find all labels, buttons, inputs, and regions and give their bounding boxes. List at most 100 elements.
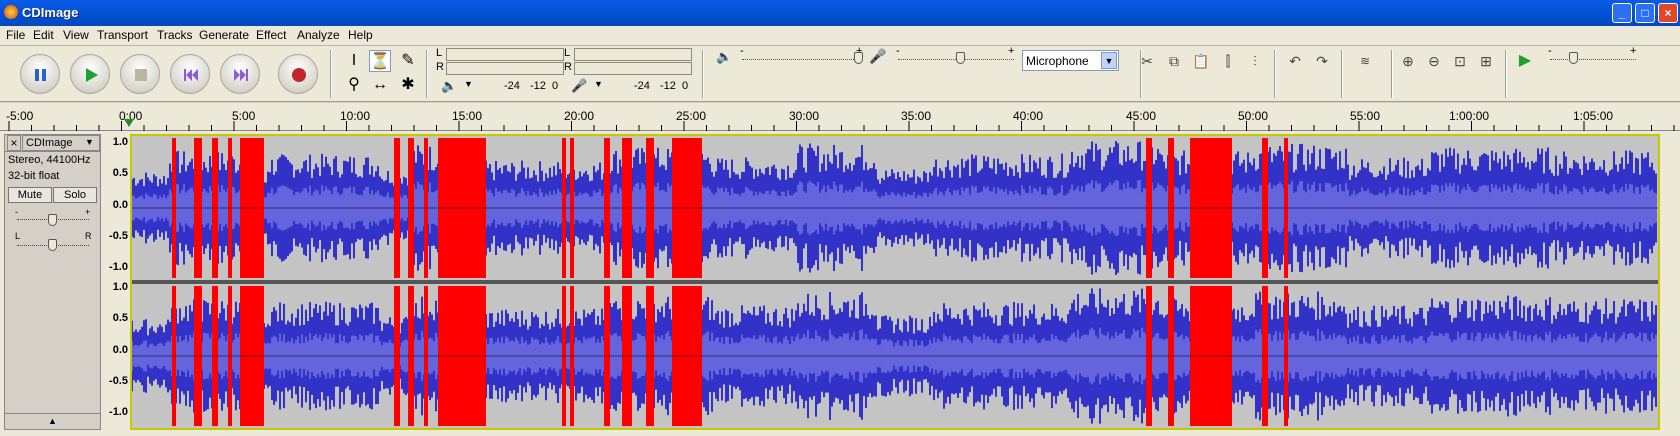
zoom-out-icon[interactable]: ⊖ — [1422, 50, 1446, 72]
mute-button[interactable]: Mute — [8, 187, 52, 203]
amp-label: 0.0 — [112, 344, 128, 356]
out-meter-l-label: L — [436, 47, 443, 59]
output-volume-slider[interactable] — [742, 58, 862, 60]
out-meter-r-label: R — [436, 61, 444, 73]
menu-tracks[interactable]: Tracks — [157, 28, 193, 42]
play-button[interactable] — [70, 54, 110, 94]
ruler-label: 10:00 — [340, 109, 371, 123]
pan-slider-thumb[interactable] — [48, 239, 57, 251]
chevron-down-icon[interactable]: ▼ — [1101, 52, 1117, 69]
ruler-label: 45:00 — [1126, 109, 1157, 123]
minimize-button[interactable]: _ — [1612, 3, 1632, 23]
in-meter-l-label: L — [564, 47, 571, 59]
track-area: × CDImage ▼ Stereo, 44100Hz 32-bit float… — [0, 131, 1680, 436]
undo-icon[interactable]: ↶ — [1283, 50, 1307, 72]
track-menu-chevron-icon[interactable]: ▼ — [85, 137, 94, 147]
envelope-tool-icon[interactable]: ⏳ — [369, 50, 391, 72]
menu-effect[interactable]: Effect — [256, 28, 286, 42]
play-speed-thumb[interactable] — [1569, 52, 1578, 64]
skip-end-icon — [234, 69, 248, 81]
trim-icon[interactable]: ⫿ — [1216, 50, 1240, 72]
menu-edit[interactable]: Edit — [33, 28, 54, 42]
cut-icon[interactable]: ✂ — [1135, 50, 1159, 72]
window-title: CDImage — [22, 5, 79, 20]
input-meter-right — [574, 62, 692, 75]
draw-tool-icon[interactable]: ✎ — [397, 50, 419, 72]
input-source-value: Microphone — [1026, 54, 1089, 68]
zoom-tool-icon[interactable]: ⚲ — [343, 74, 365, 96]
skip-start-button[interactable] — [170, 54, 210, 94]
separator — [1274, 50, 1276, 98]
menu-transport[interactable]: Transport — [97, 28, 148, 42]
paste-icon[interactable]: 📋 — [1189, 50, 1213, 72]
stop-button[interactable] — [120, 54, 160, 94]
microphone-icon: 🎤 — [869, 48, 887, 64]
input-volume-thumb[interactable] — [956, 52, 965, 64]
ruler-label: 1:00:00 — [1449, 109, 1490, 123]
amp-label: 0.0 — [112, 199, 128, 211]
output-meter-menu-icon[interactable]: ▼ — [464, 79, 473, 89]
copy-icon[interactable]: ⧉ — [1162, 50, 1186, 72]
pause-button[interactable] — [20, 54, 60, 94]
amp-label: 1.0 — [112, 136, 128, 148]
input-source-select[interactable]: Microphone ▼ — [1022, 50, 1119, 71]
ruler-label: 30:00 — [789, 109, 820, 123]
timeline-ruler[interactable]: -5:00 0:00 5:00 10:00 15:00 20:00 25:00 … — [0, 103, 1680, 131]
menu-bar: File Edit View Transport Tracks Generate… — [0, 26, 1680, 46]
menu-analyze[interactable]: Analyze — [297, 28, 340, 42]
gain-slider-thumb[interactable] — [48, 214, 57, 226]
track-header: × CDImage ▼ — [5, 135, 100, 152]
skip-end-button[interactable] — [220, 54, 260, 94]
silence-icon[interactable]: ⫶ — [1243, 50, 1267, 72]
playhead-marker-icon[interactable] — [124, 119, 134, 127]
out-scale-24: -24 — [504, 80, 520, 92]
solo-button[interactable]: Solo — [53, 187, 97, 203]
menu-file[interactable]: File — [6, 28, 25, 42]
maximize-button[interactable]: □ — [1635, 3, 1655, 23]
separator — [1341, 50, 1343, 98]
play-speed-plus: + — [1630, 45, 1637, 57]
track-control-panel: × CDImage ▼ Stereo, 44100Hz 32-bit float… — [4, 134, 101, 430]
menu-help[interactable]: Help — [348, 28, 373, 42]
ruler-label: 25:00 — [676, 109, 707, 123]
output-volume-icon: 🔈 — [716, 49, 733, 64]
separator — [1505, 50, 1507, 98]
amp-label: 0.5 — [112, 312, 128, 324]
speaker-icon[interactable]: 🔈 — [441, 78, 457, 94]
play-speed-slider[interactable] — [1550, 58, 1636, 60]
zoom-in-icon[interactable]: ⊕ — [1396, 50, 1420, 72]
ruler-label: 20:00 — [564, 109, 595, 123]
record-button[interactable] — [278, 54, 318, 94]
microphone-meter-icon[interactable]: 🎤 — [571, 78, 587, 94]
play-at-speed-icon[interactable]: ▶ — [1513, 50, 1537, 72]
ruler-label: 5:00 — [232, 109, 256, 123]
play-speed-minus: - — [1548, 45, 1552, 57]
ruler-label: -5:00 — [6, 109, 34, 123]
track-close-button[interactable]: × — [7, 135, 21, 151]
sync-lock-icon[interactable]: ≋ — [1353, 50, 1377, 72]
output-meter-right — [446, 62, 564, 75]
output-volume-thumb[interactable] — [854, 52, 863, 64]
fit-selection-icon[interactable]: ⊡ — [1448, 50, 1472, 72]
input-meter-menu-icon[interactable]: ▼ — [594, 79, 603, 89]
amp-label: 1.0 — [112, 281, 128, 293]
menu-generate[interactable]: Generate — [199, 28, 249, 42]
timeshift-tool-icon[interactable]: ↔ — [369, 74, 391, 96]
close-button[interactable]: × — [1658, 3, 1678, 23]
selection-tool-icon[interactable]: I — [343, 50, 365, 72]
redo-icon[interactable]: ↷ — [1310, 50, 1334, 72]
channel-separator — [132, 280, 1658, 284]
waveform-view[interactable] — [130, 134, 1660, 430]
menu-view[interactable]: View — [63, 28, 89, 42]
toolbar: I ⏳ ✎ ⚲ ↔ ✱ L R L R 🔈 ▼ -24 -12 0 🎤 ▼ -2… — [0, 45, 1680, 102]
amplitude-ruler: 1.0 0.5 0.0 -0.5 -1.0 1.0 0.5 0.0 -0.5 -… — [104, 134, 130, 430]
ruler-label: 1:05:00 — [1573, 109, 1614, 123]
skip-start-icon — [184, 69, 198, 81]
multi-tool-icon[interactable]: ✱ — [397, 74, 419, 96]
collapse-track-button[interactable]: ▲ — [5, 413, 100, 429]
app-icon — [4, 5, 18, 19]
separator — [426, 50, 428, 98]
pan-right-label: R — [85, 231, 92, 241]
amp-label: -0.5 — [109, 230, 128, 242]
fit-project-icon[interactable]: ⊞ — [1474, 50, 1498, 72]
